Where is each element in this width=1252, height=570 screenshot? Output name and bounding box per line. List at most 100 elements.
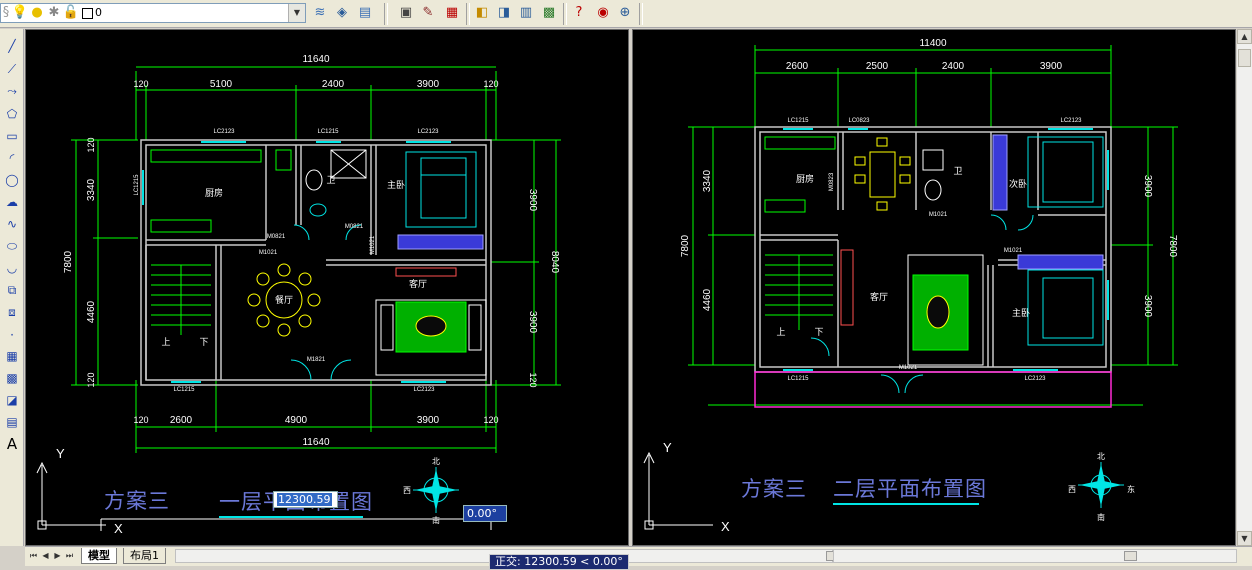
compass-east-2: 东 <box>1127 484 1135 494</box>
polyline-icon[interactable]: ⤳ <box>3 82 21 100</box>
help-icon[interactable]: ? <box>570 4 588 22</box>
door-tag: M0823 <box>829 172 835 191</box>
viewport-second-floor[interactable]: 11400 2600 2500 2400 3900 3340 7800 4460… <box>632 29 1236 546</box>
window-tag: LC0823 <box>848 118 870 124</box>
freeze-viewport-icon[interactable]: ✱ <box>45 4 63 22</box>
dim-bottom-3: 4900 <box>285 415 308 426</box>
sheet-set-icon[interactable]: ◧ <box>473 4 491 22</box>
point-icon[interactable]: · <box>3 326 21 344</box>
line-icon[interactable]: ╱ <box>3 37 21 55</box>
next-tab-icon[interactable]: ▶ <box>52 549 63 562</box>
scheme-label-2: 方案三 <box>741 477 807 501</box>
dim-bottom-5: 120 <box>483 415 498 425</box>
revision-cloud-icon[interactable]: ☁ <box>3 193 21 211</box>
dim-top-2-3: 2400 <box>942 61 965 72</box>
rectangle-icon[interactable]: ▭ <box>3 127 21 145</box>
web-icon[interactable]: ◉ <box>594 4 612 22</box>
design-center-icon[interactable]: ✎ <box>419 4 437 22</box>
insert-block-icon[interactable]: ⧉ <box>3 281 21 299</box>
dim-right-3: 3900 <box>527 311 538 334</box>
horizontal-scrollbar-right[interactable] <box>833 549 1237 563</box>
dynamic-input-distance[interactable]: 12300.59 <box>273 491 338 508</box>
gradient-icon[interactable]: ▩ <box>3 369 21 387</box>
dim-top-1: 120 <box>133 79 148 89</box>
toolbar-separator <box>384 3 388 25</box>
window-tag: LC1215 <box>134 174 140 196</box>
window-tag: LC1215 <box>787 376 809 382</box>
browser-icon[interactable]: ⊕ <box>616 4 634 22</box>
construction-line-icon[interactable]: ⟋ <box>3 60 21 78</box>
sun-icon[interactable]: ● <box>28 4 46 22</box>
arc-icon[interactable]: ◜ <box>3 149 21 167</box>
dim-right-1: 3900 <box>527 189 538 212</box>
dim-top-2: 5100 <box>210 79 233 90</box>
circle-icon[interactable]: ◯ <box>3 171 21 189</box>
first-floor-drawing: 11640 11640 120 5100 2400 3900 120 120 2… <box>36 54 561 536</box>
dim-bottom-1: 120 <box>133 415 148 425</box>
window-tag: LC2123 <box>213 129 235 135</box>
compass-west-2: 西 <box>1068 485 1076 494</box>
dim-right-2: 8040 <box>549 251 560 274</box>
dim-left-2: 3340 <box>86 178 97 201</box>
dim-left-2-2: 7800 <box>680 234 691 257</box>
window-tag: LC2123 <box>1024 376 1046 382</box>
layer-name: 0 <box>95 6 102 19</box>
layer-manager-icon[interactable]: ≋ <box>311 4 329 22</box>
dim-total-top: 11640 <box>302 54 330 65</box>
calculator-icon[interactable]: ▥ <box>517 4 535 22</box>
toolbar-separator <box>466 3 470 25</box>
axis-x-label-2: X <box>721 519 730 534</box>
ellipse-icon[interactable]: ⬭ <box>3 237 21 255</box>
second-floor-drawing: 11400 2600 2500 2400 3900 3340 7800 4460… <box>643 38 1178 534</box>
dim-left-1: 120 <box>86 137 96 152</box>
dim-top-3: 2400 <box>322 79 345 90</box>
vertical-scrollbar[interactable]: ▲ ▼ <box>1237 29 1252 546</box>
prev-tab-icon[interactable]: ◀ <box>40 549 51 562</box>
scroll-down-icon[interactable]: ▼ <box>1237 531 1252 546</box>
table-icon[interactable]: ▤ <box>3 413 21 431</box>
chevron-down-icon[interactable]: ▼ <box>288 4 305 22</box>
scroll-thumb[interactable] <box>1238 49 1251 67</box>
ellipse-arc-icon[interactable]: ◡ <box>3 259 21 277</box>
layer-state-icon[interactable]: ◈ <box>333 4 351 22</box>
polygon-icon[interactable]: ⬠ <box>3 105 21 123</box>
compass-south: 南 <box>432 515 440 525</box>
dim-left-4: 4460 <box>86 300 97 323</box>
hatch-icon[interactable]: ▦ <box>3 347 21 365</box>
room-label: 卫 <box>953 167 962 177</box>
scroll-up-icon[interactable]: ▲ <box>1237 29 1252 44</box>
last-tab-icon[interactable]: ⏭ <box>64 549 75 562</box>
axis-y-label: Y <box>56 446 65 461</box>
tab-model[interactable]: 模型 <box>81 548 117 564</box>
lightbulb-icon[interactable]: 💡 <box>11 4 29 22</box>
layer-previous-icon[interactable]: ▤ <box>356 4 374 22</box>
ortho-tooltip: 正交: 12300.59 < 0.00° <box>489 554 629 570</box>
dim-top-2-4: 3900 <box>1040 61 1063 72</box>
layer-dropdown[interactable]: § 💡 ● ✱ 🔓 0 ▼ <box>0 3 306 23</box>
region-icon[interactable]: ◪ <box>3 391 21 409</box>
first-tab-icon[interactable]: ⏮ <box>28 549 39 562</box>
markup-icon[interactable]: ◨ <box>495 4 513 22</box>
tab-layout1[interactable]: 布局1 <box>123 548 166 564</box>
room-label: 卫 <box>326 176 335 186</box>
dynamic-input-angle[interactable]: 0.00° <box>463 505 507 522</box>
compass-north-2: 北 <box>1097 452 1105 461</box>
dim-top-4: 3900 <box>417 79 440 90</box>
properties-icon[interactable]: ▣ <box>397 4 415 22</box>
make-block-icon[interactable]: ⧈ <box>3 303 21 321</box>
door-tag: M0821 <box>267 234 286 240</box>
window-tag: LC1215 <box>317 129 339 135</box>
viewport-first-floor[interactable]: 11640 11640 120 5100 2400 3900 120 120 2… <box>25 29 629 546</box>
text-icon[interactable]: A <box>3 435 21 453</box>
dim-total-bottom: 11640 <box>302 437 330 448</box>
room-label: 餐厅 <box>275 294 293 306</box>
scroll-thumb[interactable] <box>1124 551 1137 561</box>
quick-select-icon[interactable]: ▩ <box>540 4 558 22</box>
room-label: 下 <box>199 338 208 348</box>
spline-icon[interactable]: ∿ <box>3 215 21 233</box>
tool-palettes-icon[interactable]: ▦ <box>443 4 461 22</box>
door-tag: M1021 <box>1004 248 1023 254</box>
axis-x-label: X <box>114 521 123 536</box>
color-swatch-icon[interactable] <box>78 4 96 22</box>
toolbar-separator <box>639 3 643 25</box>
